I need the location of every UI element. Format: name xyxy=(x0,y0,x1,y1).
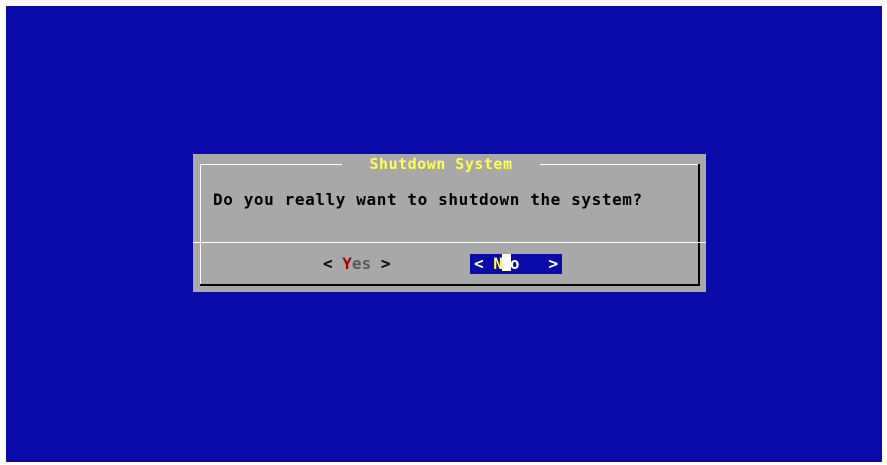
dialog-title: Shutdown System xyxy=(369,155,513,173)
dialog-message: Do you really want to shutdown the syste… xyxy=(213,190,643,209)
shutdown-dialog: Shutdown System Do you really want to sh… xyxy=(193,154,706,292)
button-area-separator xyxy=(193,242,706,243)
dialog-frame-left xyxy=(200,164,201,284)
yes-button-left-bracket: < xyxy=(323,254,333,273)
no-button-left-bracket: < xyxy=(474,254,484,273)
dialog-frame-bottom xyxy=(200,284,700,286)
no-button-right-bracket: > xyxy=(548,254,559,273)
yes-button-right-bracket: > xyxy=(380,254,391,273)
dialog-frame-top-left xyxy=(200,164,342,165)
dialog-frame-right xyxy=(698,164,700,284)
yes-button[interactable]: < Yes > xyxy=(323,254,390,274)
yes-button-label-rest: es xyxy=(351,254,372,273)
yes-button-hotkey: Y xyxy=(342,254,352,273)
console-screen: Shutdown System Do you really want to sh… xyxy=(6,6,882,462)
no-button[interactable]: < No > xyxy=(470,254,563,274)
dialog-frame-top-right xyxy=(540,164,699,165)
no-button-label-rest: o xyxy=(509,254,520,273)
